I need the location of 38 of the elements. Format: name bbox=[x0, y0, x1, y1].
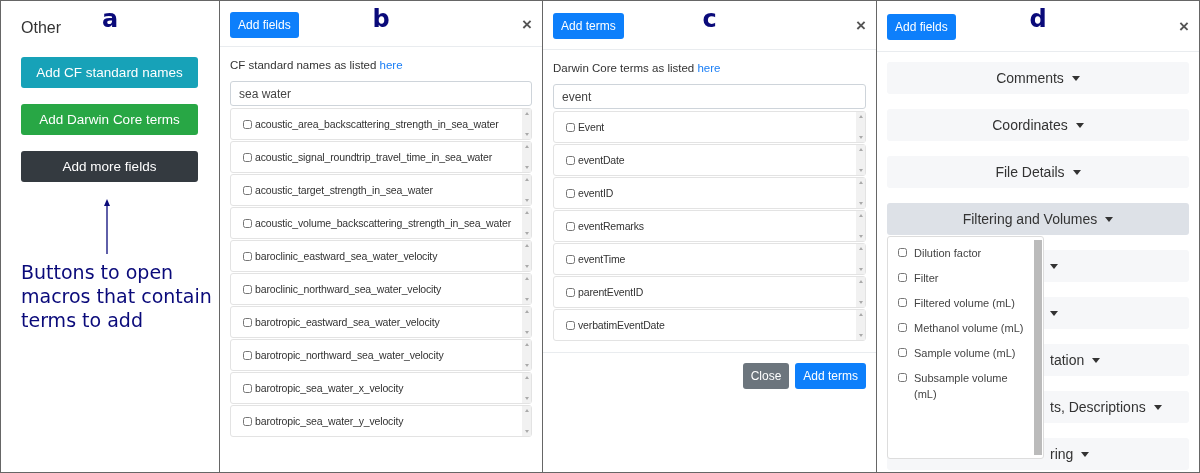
panel-letter: c bbox=[702, 5, 717, 33]
panel-letter: a bbox=[101, 5, 119, 33]
section-label: File Details bbox=[995, 164, 1065, 180]
term-label: acoustic_area_backscattering_strength_in_sea_water bbox=[255, 118, 499, 130]
panel-letter: b bbox=[372, 5, 390, 33]
term-label: barotropic_eastward_sea_water_velocity bbox=[255, 316, 440, 328]
term-label: acoustic_signal_roundtrip_travel_time_in_sea_water bbox=[255, 151, 493, 163]
option-label: Filtered volume (mL) bbox=[914, 296, 1015, 311]
term-label: verbatimEventDate bbox=[578, 319, 665, 331]
term-label: Event bbox=[578, 121, 605, 133]
panel-letter: d bbox=[1029, 5, 1047, 33]
term-label: eventDate bbox=[578, 154, 625, 166]
option-label: Methanol volume (mL) bbox=[914, 321, 1024, 336]
term-label: barotropic_northward_sea_water_velocity bbox=[255, 349, 444, 361]
term-label: acoustic_volume_backscattering_strength_in_sea_water bbox=[255, 217, 512, 229]
term-label: barotropic_sea_water_y_velocity bbox=[255, 415, 404, 427]
option-label: Dilution factor bbox=[914, 246, 982, 261]
option-label: Sample volume (mL) bbox=[914, 346, 1016, 361]
section-label: Filtering and Volumes bbox=[962, 211, 1098, 227]
intro-text: Darwin Core terms as listed here bbox=[553, 62, 722, 74]
section-label: ring bbox=[1050, 446, 1074, 462]
term-label: acoustic_target_strength_in_sea_water bbox=[255, 184, 433, 196]
option-label: Filter bbox=[914, 271, 939, 286]
term-label: baroclinic_eastward_sea_water_velocity bbox=[255, 250, 438, 262]
section-label: Coordinates bbox=[992, 117, 1068, 133]
term-label: eventRemarks bbox=[578, 220, 644, 232]
annotation: Buttons to open macros that contain terms to add bbox=[21, 260, 213, 332]
section-title: Other bbox=[21, 19, 61, 37]
term-label: eventTime bbox=[578, 253, 626, 265]
term-label: eventID bbox=[578, 187, 614, 199]
term-label: baroclinic_northward_sea_water_velocity bbox=[255, 283, 442, 295]
section-label: tation bbox=[1050, 352, 1085, 368]
section-label: Comments bbox=[996, 70, 1064, 86]
term-label: barotropic_sea_water_x_velocity bbox=[255, 382, 404, 394]
section-label: ts, Descriptions bbox=[1050, 399, 1146, 415]
intro-text: CF standard names as listed here bbox=[230, 59, 404, 71]
term-label: parentEventID bbox=[578, 286, 644, 298]
option-label: Subsample volume (mL) bbox=[914, 371, 1009, 402]
